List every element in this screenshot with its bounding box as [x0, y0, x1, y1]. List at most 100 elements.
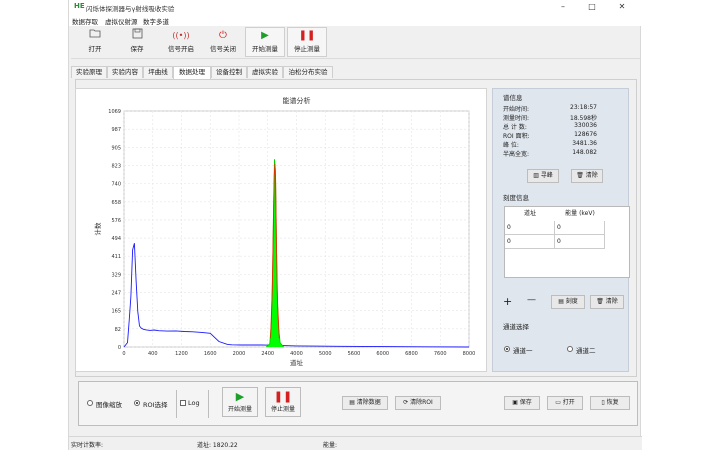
signal-off-button[interactable]: ⏻ 信号关闭: [203, 27, 243, 57]
y-axis-label: 计数: [93, 222, 102, 236]
play-icon: ▶: [261, 30, 269, 41]
x-tick-label: 7600: [434, 351, 447, 357]
y-tick-label: 0: [118, 345, 121, 351]
clear-calibration-button[interactable]: 🗑 清除: [590, 295, 624, 309]
x-tick-label: 0: [122, 351, 125, 357]
y-tick-label: 658: [111, 200, 121, 206]
bottom-stop-button[interactable]: ❚❚ 停止测量: [265, 387, 301, 417]
image-zoom-radio[interactable]: [87, 400, 93, 406]
y-tick-label: 411: [111, 254, 121, 260]
y-tick-label: 82: [115, 327, 121, 333]
tab-device-control[interactable]: 设备控制: [211, 66, 247, 78]
image-zoom-label: 图像缩放: [96, 401, 122, 409]
x-tick-label: 1200: [175, 351, 188, 357]
calibration-title: 刻度信息: [503, 194, 529, 202]
x-tick-label: 4000: [290, 351, 303, 357]
folder-icon: [76, 28, 114, 43]
roi-select-label: ROI选择: [143, 401, 168, 409]
tab-virtual-experiment[interactable]: 虚拟实验: [247, 66, 283, 78]
y-tick-label: 329: [111, 272, 121, 278]
table-cell[interactable]: 0: [555, 235, 605, 249]
folder-icon: ▭: [555, 399, 563, 406]
divider: [208, 390, 209, 418]
tab-data-processing[interactable]: 数据处理: [173, 66, 211, 79]
minimize-button[interactable]: –: [552, 1, 574, 13]
tab-plateau[interactable]: 坪曲线: [143, 66, 173, 78]
status-channel: 道址: 1820.22: [197, 442, 238, 449]
menu-digital-mca[interactable]: 数字多道: [143, 16, 169, 26]
find-peak-button[interactable]: ▥ 寻峰: [527, 169, 559, 183]
channel-two-radio[interactable]: [567, 346, 573, 352]
restore-button[interactable]: ▯ 恢复: [590, 396, 630, 410]
bottom-open-button[interactable]: ▭ 打开: [547, 396, 583, 410]
spectrum-plot[interactable]: 1069 987 905 823 740 658 576 494 411 329 247 165 82 0…: [75, 88, 487, 372]
x-tick-label: 6800: [405, 351, 418, 357]
toolbar: 打开 保存 ((•)) 信号开启 ⏻ 信号关闭 ▶ 开始测量 ❚❚ 停止测量: [71, 27, 640, 59]
x-tick-label: 1600: [204, 351, 217, 357]
calibrate-button[interactable]: ▤ 刻度: [551, 295, 585, 309]
spectrum-chart: 1069 987 905 823 740 658 576 494 411 329 247 165 82 0…: [93, 96, 476, 367]
y-tick-label: 1069: [108, 109, 121, 115]
menu-virtual-source[interactable]: 虚拟仪射源: [105, 16, 138, 26]
floppy-icon: ▣: [512, 399, 520, 406]
menu-data-access[interactable]: 数据存取: [72, 16, 98, 26]
x-tick-label: 6000: [376, 351, 389, 357]
info-row-roi-area: ROI 面积: 128676: [503, 131, 597, 140]
roi-select-radio[interactable]: [134, 400, 140, 406]
x-tick-label: 2000: [233, 351, 246, 357]
chart-title: 能谱分析: [283, 96, 311, 105]
window-title: 闪烁体探测器与γ射线吸收实验: [86, 5, 175, 13]
remove-row-button[interactable]: —: [527, 295, 536, 305]
channel-one-radio[interactable]: [504, 346, 510, 352]
clear-roi-button[interactable]: ⟳ 清除ROI: [395, 396, 441, 410]
signal-on-button[interactable]: ((•)) 信号开启: [161, 27, 201, 57]
log-checkbox[interactable]: [180, 400, 186, 406]
x-tick-label: 8000: [463, 351, 476, 357]
maximize-button[interactable]: □: [581, 1, 603, 13]
clear-data-button[interactable]: ▤ 清除数据: [342, 396, 388, 410]
y-tick-label: 494: [111, 236, 121, 242]
bottom-controls: 图像缩放 ROI选择 Log ▶ 开始测量 ❚❚ 停止测量 ▤ 清除数据 ⟳ 清…: [78, 381, 638, 426]
info-row-start-time: 开始时间: 23:18:57: [503, 104, 597, 113]
clear-info-button[interactable]: 🗑 清除: [571, 169, 603, 183]
pause-icon: ❚❚: [273, 390, 293, 403]
divider: [176, 390, 177, 418]
bottom-save-button[interactable]: ▣ 保存: [504, 396, 540, 410]
tab-content[interactable]: 实验内容: [107, 66, 143, 78]
app-logo-icon: HE: [74, 2, 85, 10]
stop-measure-button[interactable]: ❚❚ 停止测量: [287, 27, 327, 57]
save-button[interactable]: 保存: [117, 27, 157, 57]
log-label: Log: [188, 399, 200, 407]
table-cell[interactable]: 0: [555, 221, 605, 235]
status-count-rate: 实时计数率:: [71, 442, 104, 449]
x-tick-label: 5000: [319, 351, 332, 357]
play-icon: ▶: [235, 390, 245, 403]
x-tick-label: 2400: [261, 351, 274, 357]
add-row-button[interactable]: +: [503, 295, 512, 308]
broadcast-icon: ((•)): [172, 31, 190, 40]
table-cell[interactable]: 0: [505, 235, 555, 249]
power-icon: ⏻: [219, 30, 227, 41]
y-tick-label: 823: [111, 163, 121, 169]
open-button[interactable]: 打开: [75, 27, 115, 57]
bottom-start-button[interactable]: ▶ 开始测量: [222, 387, 258, 417]
status-energy: 能量:: [323, 442, 338, 449]
y-tick-label: 576: [111, 218, 121, 224]
x-axis-label: 道址: [290, 358, 304, 367]
calibration-table[interactable]: 道址 能量 (keV) 0 0 0 0: [504, 206, 630, 278]
channel-select-title: 通道选择: [503, 323, 529, 331]
trash-icon: 🗑: [596, 298, 606, 305]
channel-one-label: 通道一: [513, 347, 533, 355]
menu-bar: 数据存取 虚拟仪射源 数字多道: [69, 14, 642, 26]
info-row-peak-position: 峰 位: 3481.36: [503, 140, 597, 149]
table-cell[interactable]: 0: [505, 221, 555, 235]
tab-poisson[interactable]: 泊松分布实验: [283, 66, 333, 78]
app-window: HE 闪烁体探测器与γ射线吸收实验 – □ ✕ 数据存取 虚拟仪射源 数字多道 …: [68, 0, 642, 450]
tab-principle[interactable]: 实验原理: [71, 66, 107, 78]
chart-icon: ▥: [533, 172, 541, 179]
start-measure-button[interactable]: ▶ 开始测量: [245, 27, 285, 57]
close-button[interactable]: ✕: [611, 1, 633, 13]
y-tick-label: 905: [111, 145, 121, 151]
y-tick-label: 247: [111, 291, 121, 297]
info-row-measure-time: 测量时间: 18.598秒: [503, 115, 597, 122]
